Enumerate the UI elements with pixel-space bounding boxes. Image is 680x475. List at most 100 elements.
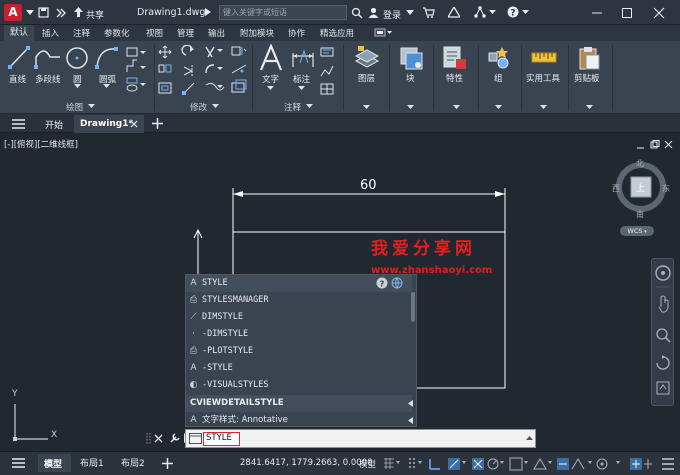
app-logo[interactable]: A <box>4 4 22 21</box>
close-icon[interactable] <box>653 7 665 19</box>
status-toggles[interactable] <box>382 457 678 471</box>
text-dropdown-icon[interactable] <box>267 86 274 91</box>
user-icon[interactable] <box>368 7 379 18</box>
viewcube-top-face[interactable]: 上 <box>636 181 645 194</box>
share-icon[interactable] <box>73 7 84 18</box>
layout2-tab[interactable]: 布局2 <box>121 456 145 469</box>
wcs-menu[interactable]: WCS ▾ <box>620 226 654 236</box>
command-input[interactable]: STYLE <box>203 432 240 446</box>
viewcube-north[interactable]: 北 <box>636 158 644 169</box>
clipboard-dropdown-icon[interactable] <box>586 105 593 110</box>
cursor-coordinates[interactable]: 2841.6417, 1779.2663, 0.0000 <box>240 458 372 468</box>
add-layout-icon[interactable] <box>162 458 173 469</box>
status-menu-icon[interactable] <box>12 458 25 468</box>
share-label[interactable]: 共享 <box>86 8 104 21</box>
model-space-toggle[interactable]: 模型 <box>359 458 376 470</box>
search-icon[interactable] <box>351 7 363 19</box>
help-dropdown-icon[interactable] <box>522 10 529 15</box>
command-grip-icon[interactable] <box>146 432 152 446</box>
tab-parametric[interactable]: 参数化 <box>104 27 130 39</box>
autocomplete-item-stylesmanager[interactable]: ⎙ STYLESMANAGER <box>186 292 412 309</box>
properties-label[interactable]: 特性 <box>446 72 463 84</box>
utilities-dropdown-icon[interactable] <box>540 105 547 110</box>
customize-wrench-icon[interactable] <box>169 432 181 444</box>
dimension-icon[interactable] <box>290 45 316 71</box>
block-dropdown-icon[interactable] <box>407 105 414 110</box>
utilities-label[interactable]: 实用工具 <box>526 72 560 84</box>
polyline-icon[interactable] <box>34 45 62 71</box>
ribbon-options-icon[interactable] <box>374 28 392 38</box>
autocomplete-item-plotstyle[interactable]: ⎙ -PLOTSTYLE <box>186 343 412 360</box>
arc-dropdown-icon[interactable] <box>103 84 110 89</box>
login-label[interactable]: 登录 <box>383 8 401 21</box>
command-close-icon[interactable] <box>154 434 163 443</box>
tab-default[interactable]: 默认 <box>4 25 34 41</box>
tab-insert[interactable]: 插入 <box>42 27 59 39</box>
dimension-text[interactable]: 60 <box>360 178 377 193</box>
group-expand-icon[interactable] <box>408 400 413 407</box>
group-dropdown-icon[interactable] <box>495 105 502 110</box>
autocomplete-scrollbar[interactable] <box>411 292 415 322</box>
minimize-icon[interactable] <box>591 7 603 19</box>
tab-start[interactable]: 开始 <box>45 118 63 131</box>
text-label[interactable]: 文字 <box>262 73 279 85</box>
login-dropdown-icon[interactable] <box>406 10 414 16</box>
layers-dropdown-icon[interactable] <box>363 105 370 110</box>
maximize-icon[interactable] <box>621 7 633 19</box>
draw-panel-expand-icon[interactable] <box>88 104 95 109</box>
modify-panel-expand-icon[interactable] <box>212 104 219 109</box>
command-recent-dropdown-icon[interactable] <box>526 436 533 441</box>
viewcube-south[interactable]: 南 <box>636 209 644 220</box>
tab-manage[interactable]: 管理 <box>177 27 194 39</box>
arc-icon[interactable] <box>95 45 119 71</box>
tab-output[interactable]: 输出 <box>208 27 225 39</box>
tab-addins[interactable]: 附加模块 <box>240 27 274 39</box>
clipboard-icon[interactable] <box>577 45 601 71</box>
tab-featured-apps[interactable]: 精选应用 <box>320 27 354 39</box>
layout1-tab[interactable]: 布局1 <box>80 456 104 469</box>
circle-icon[interactable] <box>65 45 89 71</box>
help-icon[interactable]: ? <box>507 6 519 18</box>
modify-panel-label[interactable]: 修改 <box>190 101 207 113</box>
line-icon[interactable] <box>8 45 30 71</box>
dimension-dropdown-icon[interactable] <box>298 86 305 91</box>
viewcube-east[interactable]: 东 <box>662 183 670 194</box>
polyline-label[interactable]: 多段线 <box>35 73 61 85</box>
cart-icon[interactable] <box>423 7 435 18</box>
annotation-panel-expand-icon[interactable] <box>306 104 313 109</box>
annotation-panel-label[interactable]: 注释 <box>284 101 301 113</box>
text-icon[interactable] <box>259 44 285 72</box>
autocomplete-item-dash-dimstyle[interactable]: · -DIMSTYLE <box>186 326 412 343</box>
quick-access-more-icon[interactable] <box>56 8 66 18</box>
autocomplete-item-text-style-annotative[interactable]: A 文字样式: Annotative <box>186 412 412 429</box>
circle-dropdown-icon[interactable] <box>74 84 81 89</box>
a360-icon[interactable] <box>448 7 460 18</box>
draw-panel-label[interactable]: 绘图 <box>66 101 83 113</box>
connect-dropdown-icon[interactable] <box>489 10 496 15</box>
save-icon[interactable] <box>38 7 49 18</box>
group-label[interactable]: 组 <box>494 72 503 84</box>
model-tab[interactable]: 模型 <box>38 454 71 472</box>
web-search-icon[interactable] <box>391 277 403 289</box>
properties-dropdown-icon[interactable] <box>453 105 460 110</box>
tab-close-icon[interactable] <box>130 120 138 128</box>
hamburger-menu-icon[interactable] <box>12 119 25 129</box>
autocomplete-item-visualstyles[interactable]: ◐ -VISUALSTYLES <box>186 377 412 394</box>
autodesk-connect-icon[interactable] <box>474 6 486 18</box>
search-input[interactable]: 键入关键字或短语 <box>219 5 347 20</box>
block-icon[interactable] <box>398 45 424 71</box>
tab-collaborate[interactable]: 协作 <box>288 27 305 39</box>
help-icon[interactable]: ? <box>376 277 388 289</box>
tab-annotate[interactable]: 注释 <box>73 27 90 39</box>
block-label[interactable]: 块 <box>406 72 415 84</box>
utilities-icon[interactable] <box>531 49 557 67</box>
layers-icon[interactable] <box>354 45 380 71</box>
modify-tools-icons[interactable] <box>158 45 248 97</box>
new-tab-icon[interactable] <box>152 118 163 129</box>
viewcube-west[interactable]: 西 <box>612 183 620 194</box>
command-line[interactable]: STYLE <box>185 429 536 448</box>
autocomplete-item-dash-style[interactable]: A -STYLE <box>186 360 412 377</box>
properties-icon[interactable] <box>442 45 468 71</box>
dimension-label[interactable]: 标注 <box>293 73 310 85</box>
annotation-small-tools[interactable] <box>319 46 335 96</box>
